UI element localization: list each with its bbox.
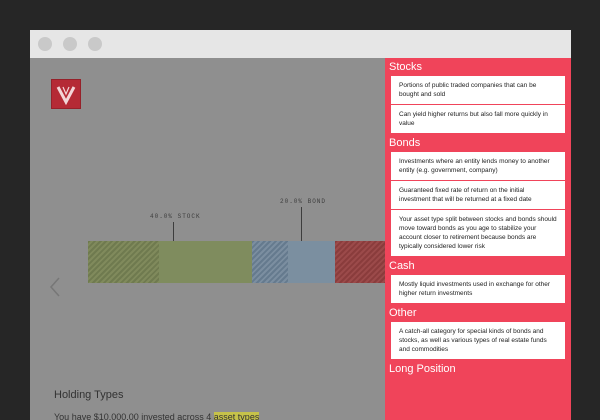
allocation-bar	[88, 241, 388, 283]
chevron-left-icon[interactable]	[48, 276, 62, 298]
window-maximize-dot[interactable]	[88, 37, 102, 51]
section-heading-bonds: Bonds	[389, 137, 421, 149]
window-minimize-dot[interactable]	[63, 37, 77, 51]
bar-segment-stock[interactable]	[158, 241, 253, 283]
chart-label-stock: 40.0% STOCK	[150, 213, 201, 220]
chart-leader-bond	[301, 207, 302, 241]
bar-segment-stock-hatched[interactable]	[88, 241, 159, 283]
info-card: Can yield higher returns but also fall m…	[391, 105, 565, 133]
holding-description-text: You have $10,000.00 invested across 4	[54, 412, 214, 420]
holding-description: You have $10,000.00 invested across 4 as…	[54, 412, 260, 420]
page-content: 40.0% STOCK 20.0% BOND Holding Types You…	[30, 58, 571, 420]
browser-titlebar	[30, 30, 571, 59]
info-card: Guaranteed fixed rate of return on the i…	[391, 181, 565, 209]
section-heading-stocks: Stocks	[389, 61, 423, 73]
info-card: Mostly liquid investments used in exchan…	[391, 275, 565, 303]
bar-segment-bond-hatched[interactable]	[252, 241, 288, 283]
asset-types-link[interactable]: asset types	[213, 412, 260, 420]
info-card: Your asset type split between stocks and…	[391, 210, 565, 256]
chart-label-bond: 20.0% BOND	[280, 198, 327, 205]
info-card: Portions of public traded companies that…	[391, 76, 565, 104]
chart-leader-stock	[173, 222, 174, 241]
holding-types-title: Holding Types	[54, 389, 124, 401]
info-card: A catch-all category for special kinds o…	[391, 322, 565, 359]
section-heading-long-position: Long Position	[389, 363, 456, 375]
brand-logo[interactable]	[51, 79, 81, 109]
bar-segment-bond[interactable]	[287, 241, 335, 283]
bar-segment-cash[interactable]	[334, 241, 388, 283]
section-heading-cash: Cash	[389, 260, 415, 272]
logo-v-icon	[56, 86, 76, 105]
asset-info-panel: Stocks Portions of public traded companie…	[385, 58, 571, 420]
info-card: Investments where an entity lends money …	[391, 152, 565, 180]
browser-window: 40.0% STOCK 20.0% BOND Holding Types You…	[30, 30, 571, 420]
section-heading-other: Other	[389, 307, 417, 319]
window-close-dot[interactable]	[38, 37, 52, 51]
